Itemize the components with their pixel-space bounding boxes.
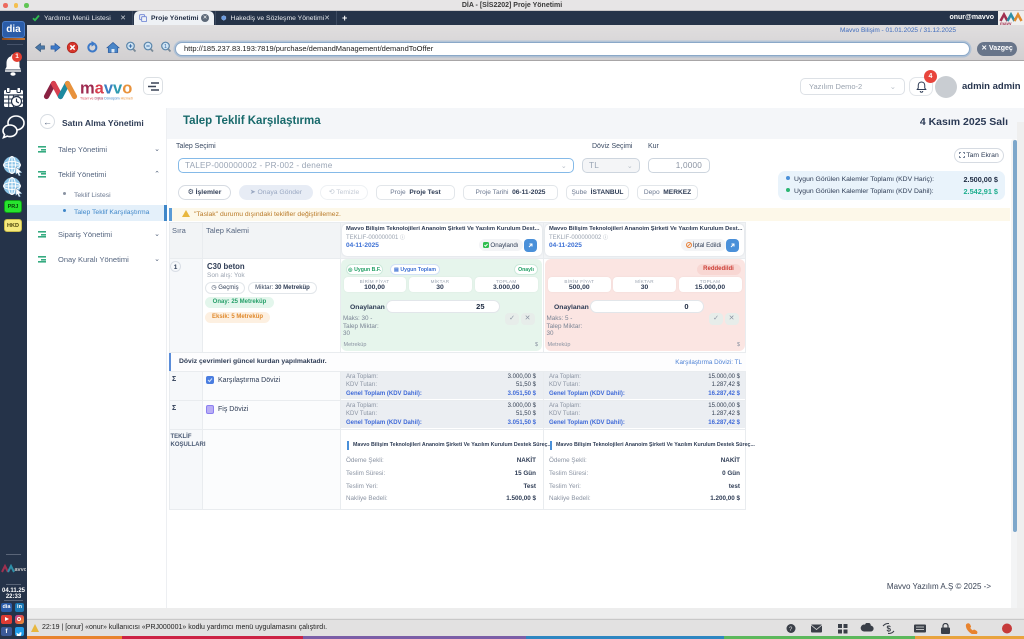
svg-text:$: $ [887, 625, 892, 634]
svg-text:1: 1 [164, 44, 167, 50]
svg-text:Ticari ve Dijital Dönüşüm Hizm: Ticari ve Dijital Dönüşüm Hizmeti [80, 97, 133, 101]
svg-text:mavvo: mavvo [80, 80, 132, 98]
svg-text:avvo: avvo [15, 567, 27, 573]
